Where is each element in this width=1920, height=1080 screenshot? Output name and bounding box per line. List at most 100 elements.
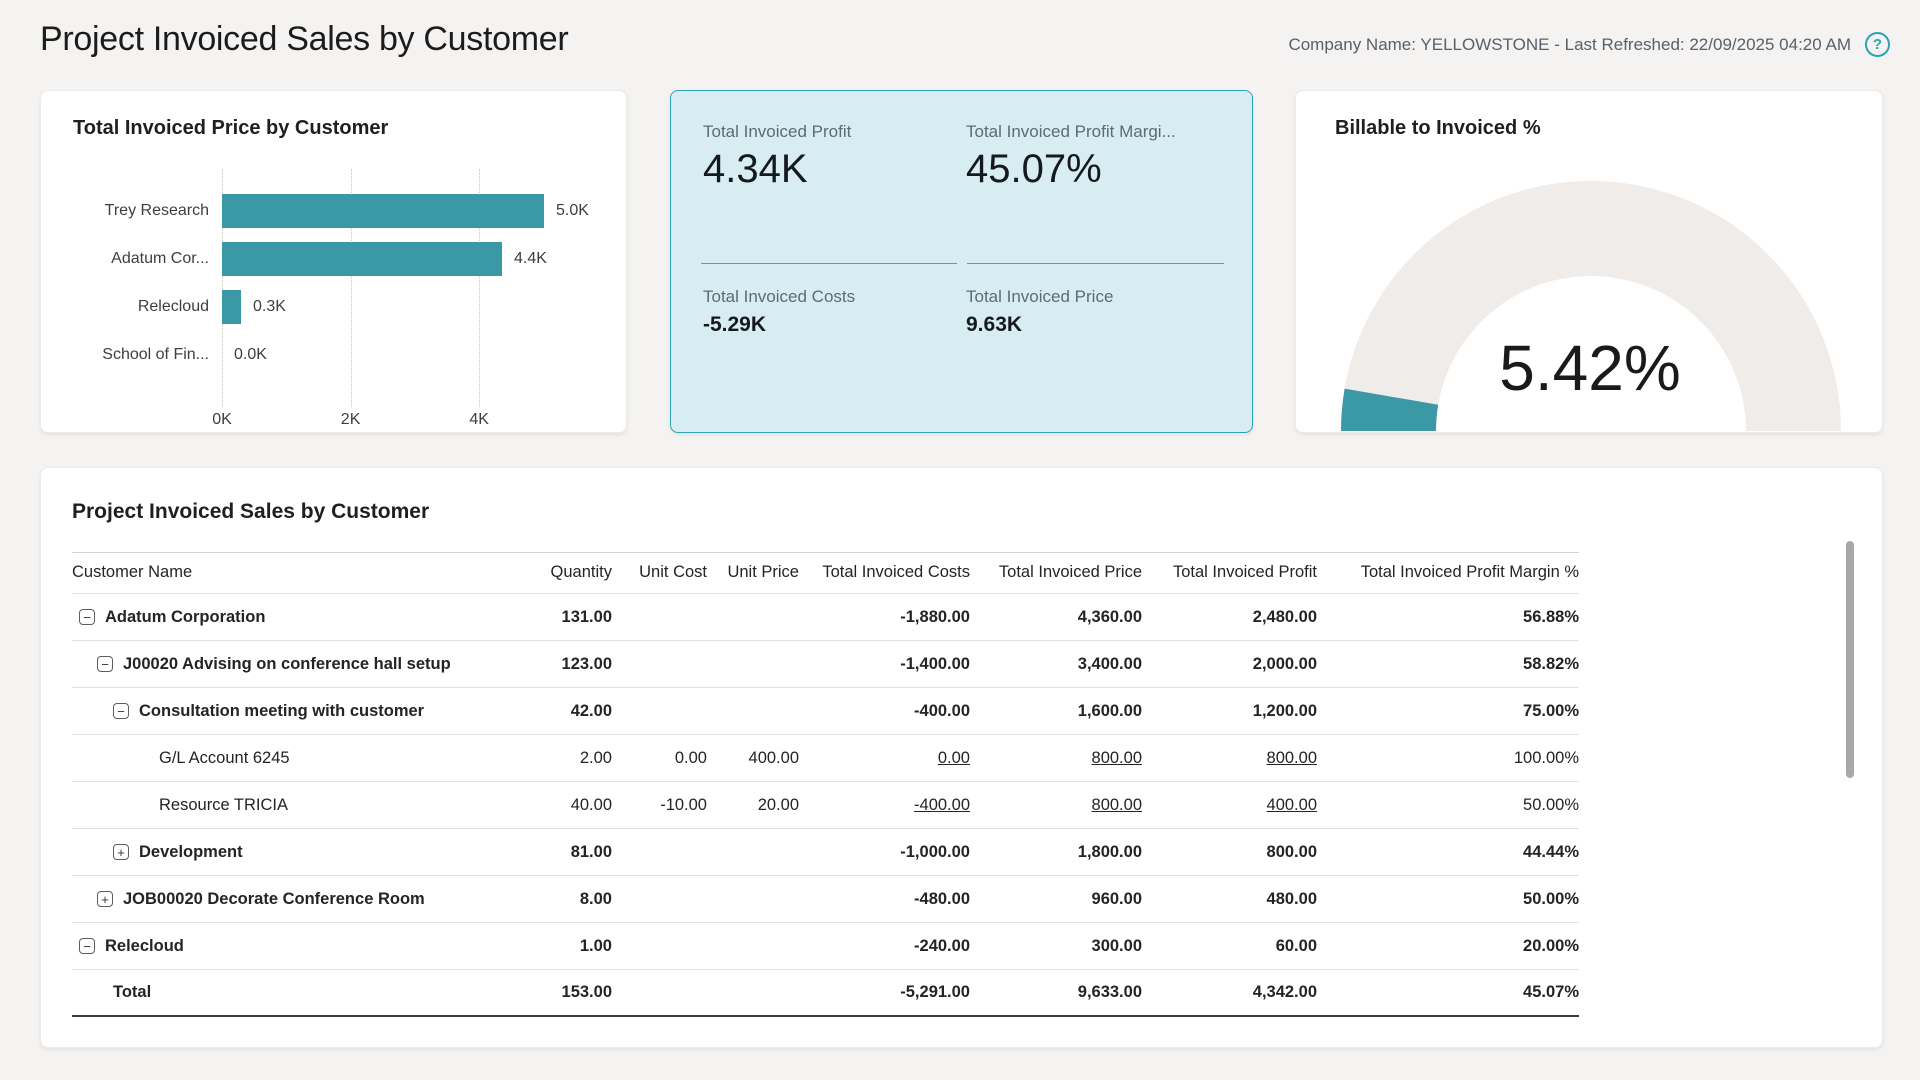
cell-total_invoiced_costs: -1,400.00 bbox=[799, 655, 970, 674]
table-row[interactable]: −J00020 Advising on conference hall setu… bbox=[72, 641, 1579, 688]
collapse-icon[interactable]: − bbox=[113, 703, 129, 719]
cell-total_invoiced_price: 1,600.00 bbox=[970, 702, 1142, 721]
table-row[interactable]: −Consultation meeting with customer42.00… bbox=[72, 688, 1579, 735]
cell-margin: 56.88% bbox=[1317, 608, 1579, 627]
kpi-total-invoiced-costs: Total Invoiced Costs -5.29K bbox=[703, 286, 958, 338]
table-row[interactable]: +JOB00020 Decorate Conference Room8.00-4… bbox=[72, 876, 1579, 923]
bar-category-label: Trey Research bbox=[41, 194, 209, 228]
cell-unit_cost[interactable]: 0.00 bbox=[612, 749, 707, 768]
bar[interactable] bbox=[222, 194, 544, 228]
collapse-icon[interactable]: − bbox=[79, 938, 95, 954]
cell-total_invoiced_costs: -480.00 bbox=[799, 890, 970, 909]
cell-total_invoiced_price: 300.00 bbox=[970, 937, 1142, 956]
bar-data-label: 0.3K bbox=[253, 290, 286, 324]
cell-total_invoiced_profit[interactable]: 800.00 bbox=[1142, 749, 1317, 768]
matrix-table: Customer NameQuantityUnit CostUnit Price… bbox=[72, 552, 1579, 1017]
bar-category-label: Relecloud bbox=[41, 290, 209, 324]
column-header[interactable]: Total Invoiced Price bbox=[970, 563, 1142, 582]
column-header[interactable]: Unit Cost bbox=[612, 563, 707, 582]
kpi-card[interactable]: Total Invoiced Profit 4.34K Total Invoic… bbox=[670, 90, 1253, 433]
cell-total_invoiced_costs[interactable]: -400.00 bbox=[799, 796, 970, 815]
cell-margin: 45.07% bbox=[1317, 983, 1579, 1002]
bar[interactable] bbox=[222, 242, 502, 276]
row-label: G/L Account 6245 bbox=[159, 749, 290, 768]
cell-total_invoiced_profit: 2,480.00 bbox=[1142, 608, 1317, 627]
cell-total_invoiced_costs[interactable]: 0.00 bbox=[799, 749, 970, 768]
cell-margin: 50.00% bbox=[1317, 890, 1579, 909]
table-header-row: Customer NameQuantityUnit CostUnit Price… bbox=[72, 552, 1579, 594]
cell-quantity[interactable]: 40.00 bbox=[452, 796, 612, 815]
table-row[interactable]: +Development81.00-1,000.001,800.00800.00… bbox=[72, 829, 1579, 876]
cell-unit_price[interactable]: 20.00 bbox=[707, 796, 799, 815]
kpi-value: -5.29K bbox=[703, 312, 958, 338]
cell-quantity: 81.00 bbox=[452, 843, 612, 862]
cell-unit_cost[interactable]: -10.00 bbox=[612, 796, 707, 815]
cell-total_invoiced_costs: -5,291.00 bbox=[799, 983, 970, 1002]
cell-margin: 58.82% bbox=[1317, 655, 1579, 674]
table-row[interactable]: G/L Account 62452.000.00400.000.00800.00… bbox=[72, 735, 1579, 782]
kpi-value: 9.63K bbox=[966, 312, 1221, 338]
column-header[interactable]: Unit Price bbox=[707, 563, 799, 582]
cell-quantity: 131.00 bbox=[452, 608, 612, 627]
bar-chart-card: Total Invoiced Price by Customer 0K2K4KT… bbox=[40, 90, 627, 433]
cell-margin: 44.44% bbox=[1317, 843, 1579, 862]
cell-margin[interactable]: 50.00% bbox=[1317, 796, 1579, 815]
header-meta: Company Name: YELLOWSTONE - Last Refresh… bbox=[1288, 32, 1890, 57]
row-label: JOB00020 Decorate Conference Room bbox=[123, 890, 425, 909]
cell-total_invoiced_profit: 800.00 bbox=[1142, 843, 1317, 862]
cell-margin[interactable]: 100.00% bbox=[1317, 749, 1579, 768]
bar-data-label: 5.0K bbox=[556, 194, 589, 228]
company-refresh-text: Company Name: YELLOWSTONE - Last Refresh… bbox=[1288, 35, 1851, 55]
cell-total_invoiced_profit: 4,342.00 bbox=[1142, 983, 1317, 1002]
bar-chart-plot: 0K2K4KTrey Research5.0KAdatum Cor...4.4K… bbox=[41, 91, 626, 432]
table-row[interactable]: Resource TRICIA 40.00-10.0020.00-400.0080… bbox=[72, 782, 1579, 829]
table-title: Project Invoiced Sales by Customer bbox=[72, 500, 429, 524]
table-total-row[interactable]: Total153.00-5,291.009,633.004,342.0045.0… bbox=[72, 970, 1579, 1017]
kpi-label: Total Invoiced Profit bbox=[703, 121, 958, 143]
cell-unit_price[interactable]: 400.00 bbox=[707, 749, 799, 768]
column-header[interactable]: Customer Name bbox=[72, 563, 452, 582]
cell-total_invoiced_profit: 480.00 bbox=[1142, 890, 1317, 909]
kpi-value: 4.34K bbox=[703, 147, 958, 191]
cell-total_invoiced_price: 3,400.00 bbox=[970, 655, 1142, 674]
row-label: Resource TRICIA bbox=[159, 796, 288, 815]
help-icon[interactable]: ? bbox=[1865, 32, 1890, 57]
vertical-scrollbar[interactable] bbox=[1846, 541, 1854, 778]
cell-total_invoiced_costs: -400.00 bbox=[799, 702, 970, 721]
cell-total_invoiced_price[interactable]: 800.00 bbox=[970, 749, 1142, 768]
cell-total_invoiced_profit[interactable]: 400.00 bbox=[1142, 796, 1317, 815]
column-header[interactable]: Quantity bbox=[452, 563, 612, 582]
column-header[interactable]: Total Invoiced Costs bbox=[799, 563, 970, 582]
collapse-icon[interactable]: − bbox=[79, 609, 95, 625]
kpi-label: Total Invoiced Profit Margi... bbox=[966, 121, 1221, 143]
cell-total_invoiced_costs: -1,880.00 bbox=[799, 608, 970, 627]
kpi-total-invoiced-profit: Total Invoiced Profit 4.34K bbox=[703, 121, 958, 191]
cell-quantity[interactable]: 2.00 bbox=[452, 749, 612, 768]
column-header[interactable]: Total Invoiced Profit Margin % bbox=[1317, 563, 1579, 582]
row-label: Consultation meeting with customer bbox=[139, 702, 424, 721]
row-label: J00020 Advising on conference hall setup bbox=[123, 655, 451, 674]
table-row[interactable]: −Relecloud1.00-240.00300.0060.0020.00% bbox=[72, 923, 1579, 970]
cell-total_invoiced_price[interactable]: 800.00 bbox=[970, 796, 1142, 815]
cell-quantity: 123.00 bbox=[452, 655, 612, 674]
kpi-value: 45.07% bbox=[966, 147, 1221, 191]
row-label: Total bbox=[113, 983, 151, 1002]
table-row[interactable]: −Adatum Corporation131.00-1,880.004,360.… bbox=[72, 594, 1579, 641]
column-header[interactable]: Total Invoiced Profit bbox=[1142, 563, 1317, 582]
cell-total_invoiced_profit: 1,200.00 bbox=[1142, 702, 1317, 721]
expand-icon[interactable]: + bbox=[113, 844, 129, 860]
x-axis-tick: 0K bbox=[200, 411, 244, 429]
table-card: Project Invoiced Sales by Customer Custo… bbox=[40, 467, 1883, 1048]
divider bbox=[967, 263, 1224, 264]
cell-margin: 75.00% bbox=[1317, 702, 1579, 721]
x-axis-tick: 2K bbox=[329, 411, 373, 429]
bar[interactable] bbox=[222, 290, 241, 324]
cell-quantity: 153.00 bbox=[452, 983, 612, 1002]
expand-icon[interactable]: + bbox=[97, 891, 113, 907]
cell-quantity: 1.00 bbox=[452, 937, 612, 956]
cell-total_invoiced_profit: 2,000.00 bbox=[1142, 655, 1317, 674]
cell-total_invoiced_price: 1,800.00 bbox=[970, 843, 1142, 862]
cell-total_invoiced_price: 960.00 bbox=[970, 890, 1142, 909]
collapse-icon[interactable]: − bbox=[97, 656, 113, 672]
bar-category-label: Adatum Cor... bbox=[41, 242, 209, 276]
